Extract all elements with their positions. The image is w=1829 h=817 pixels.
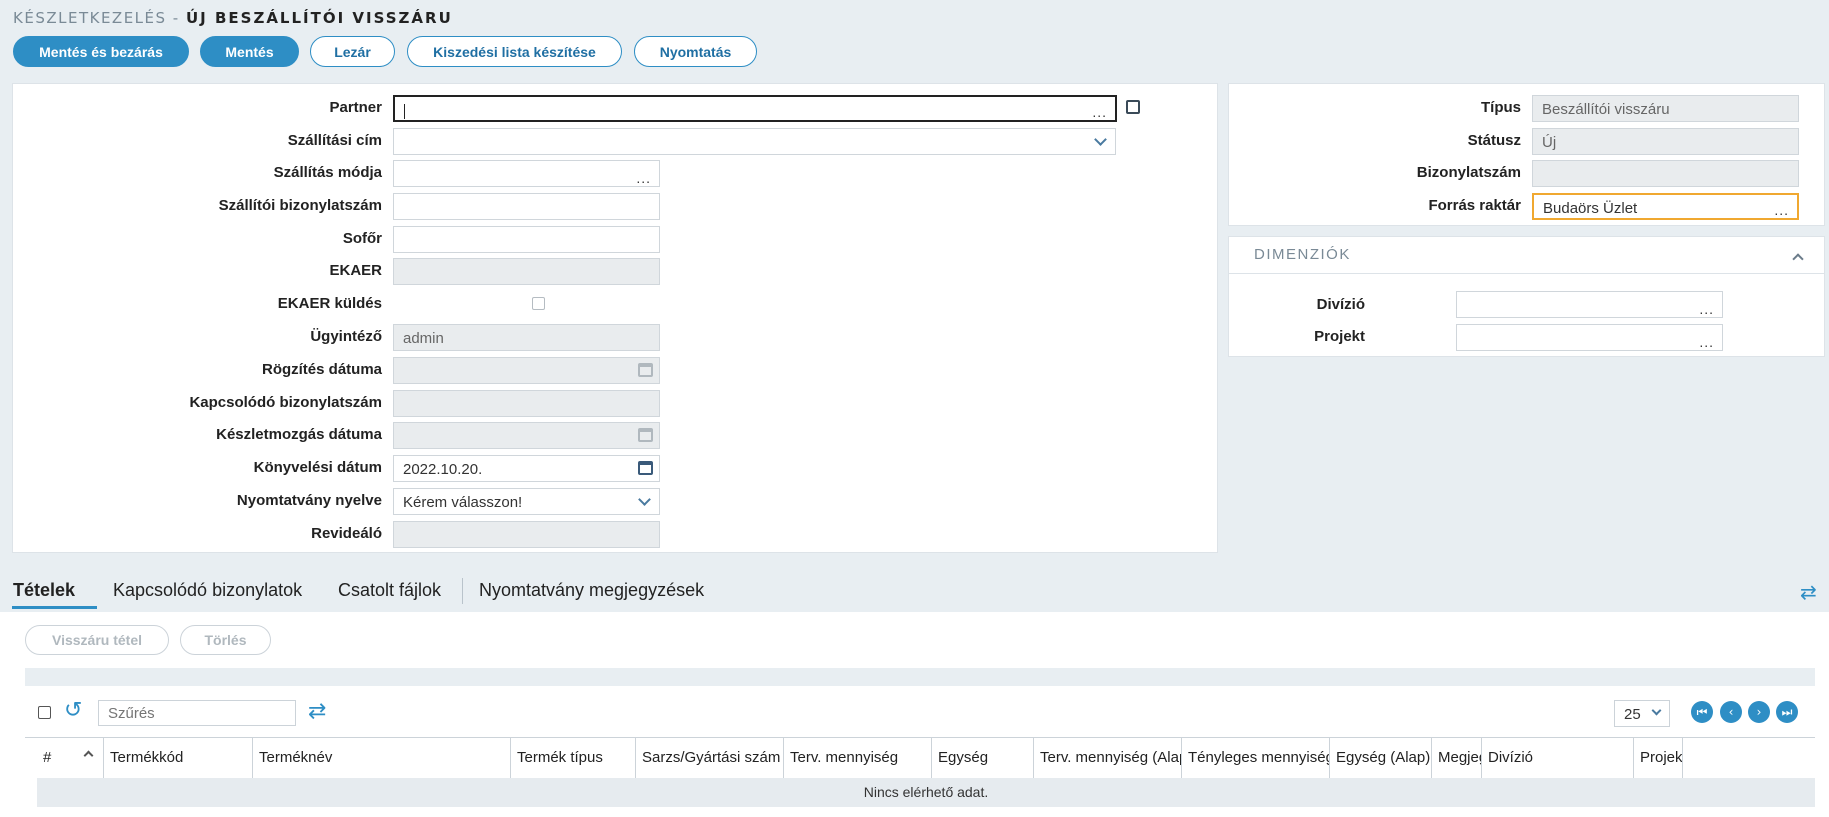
- posting-date-input[interactable]: 2022.10.20.: [393, 455, 660, 482]
- tab-print-notes[interactable]: Nyomtatvány megjegyzések: [479, 580, 704, 601]
- column-header-product-type[interactable]: Termék típus: [510, 738, 635, 778]
- delete-button[interactable]: Törlés: [180, 625, 271, 655]
- lookup-icon[interactable]: ...: [1699, 302, 1714, 316]
- partner-input[interactable]: ...: [393, 95, 1117, 122]
- posting-date-label: Könyvelési dátum: [253, 459, 382, 476]
- select-all-checkbox[interactable]: [38, 706, 51, 719]
- supplier-doc-no-label: Szállítói bizonylatszám: [218, 197, 382, 214]
- print-language-select[interactable]: Kérem válasszon!: [393, 488, 660, 515]
- ekaer-input: [393, 258, 660, 285]
- source-warehouse-label: Forrás raktár: [1428, 197, 1521, 214]
- reviewer-input: [393, 521, 660, 548]
- column-header-batch-number[interactable]: Sarzs/Gyártási szám: [635, 738, 783, 778]
- previous-page-icon[interactable]: ‹: [1720, 701, 1742, 723]
- page-title: ÚJ BESZÁLLÍTÓI VISSZÁRU: [185, 9, 453, 27]
- agent-input: admin: [393, 324, 660, 351]
- column-header-product-name[interactable]: Terméknév: [252, 738, 510, 778]
- column-header-number[interactable]: #: [37, 738, 103, 778]
- column-header-actual-quantity[interactable]: Tényleges mennyiség: [1181, 738, 1329, 778]
- related-doc-no-label: Kapcsolódó bizonylatszám: [189, 394, 382, 411]
- column-header-planned-quantity-base[interactable]: Terv. mennyiség (Alap): [1033, 738, 1181, 778]
- project-label: Projekt: [1314, 328, 1365, 345]
- lookup-icon[interactable]: ...: [1699, 335, 1714, 349]
- driver-label: Sofőr: [342, 230, 382, 247]
- column-header-project[interactable]: Projekt: [1633, 738, 1683, 778]
- sort-ascending-icon: [83, 750, 94, 761]
- doc-no-label: Bizonylatszám: [1416, 164, 1521, 181]
- column-header-division[interactable]: Divízió: [1481, 738, 1633, 778]
- doc-no-input: [1532, 160, 1799, 187]
- active-tab-indicator: [12, 606, 97, 609]
- type-input: Beszállítói visszáru: [1532, 95, 1799, 122]
- shipping-address-select[interactable]: [393, 128, 1116, 155]
- swap-columns-icon[interactable]: ⇄: [308, 699, 326, 725]
- ekaer-send-checkbox[interactable]: [532, 297, 545, 310]
- lookup-icon[interactable]: ...: [1774, 203, 1789, 217]
- column-header-note[interactable]: Megjegyzés: [1431, 738, 1481, 778]
- return-item-button[interactable]: Visszáru tétel: [25, 625, 169, 655]
- divider: [1228, 273, 1825, 274]
- tab-items[interactable]: Tételek: [13, 580, 75, 601]
- ekaer-send-label: EKAER küldés: [277, 295, 382, 312]
- column-header-unit[interactable]: Egység: [931, 738, 1033, 778]
- status-input: Új: [1532, 128, 1799, 155]
- tab-related-documents[interactable]: Kapcsolódó bizonylatok: [113, 580, 302, 601]
- lookup-icon[interactable]: ...: [636, 171, 651, 185]
- calendar-icon: [638, 428, 653, 442]
- close-document-button[interactable]: Lezár: [310, 36, 395, 67]
- chevron-down-icon: [1651, 705, 1662, 716]
- chevron-down-icon: [1094, 133, 1107, 146]
- shipping-address-label: Szállítási cím: [287, 132, 382, 149]
- tab-divider: [462, 578, 463, 604]
- related-doc-no-input: [393, 390, 660, 417]
- partner-label: Partner: [329, 99, 382, 116]
- project-input[interactable]: ...: [1456, 324, 1723, 351]
- dimensions-title: DIMENZIÓK: [1254, 246, 1351, 263]
- chevron-down-icon: [638, 493, 651, 506]
- create-picklist-button[interactable]: Kiszedési lista készítése: [407, 36, 622, 67]
- first-page-icon[interactable]: ⏮: [1691, 701, 1713, 723]
- column-header-unit-base[interactable]: Egység (Alap): [1329, 738, 1431, 778]
- supplier-doc-no-input[interactable]: [393, 193, 660, 220]
- print-language-label: Nyomtatvány nyelve: [236, 492, 382, 509]
- filter-input[interactable]: [98, 700, 296, 726]
- shipping-method-label: Szállítás módja: [273, 164, 382, 181]
- edit-partner-icon[interactable]: [1126, 100, 1140, 114]
- column-header-planned-quantity[interactable]: Terv. mennyiség: [783, 738, 931, 778]
- breadcrumb: KÉSZLETKEZELÉS - ÚJ BESZÁLLÍTÓI VISSZÁRU: [13, 9, 453, 27]
- grid-group-bar: [25, 668, 1815, 686]
- stock-move-date-input: [393, 422, 660, 449]
- last-page-icon[interactable]: ⏭: [1776, 701, 1798, 723]
- reviewer-label: Revideáló: [311, 525, 382, 542]
- swap-icon[interactable]: ⇄: [1800, 580, 1817, 604]
- save-button[interactable]: Mentés: [200, 36, 299, 67]
- calendar-icon[interactable]: [638, 461, 653, 475]
- driver-input[interactable]: [393, 226, 660, 253]
- partner-lookup-icon[interactable]: ...: [1092, 105, 1107, 119]
- stock-move-date-label: Készletmozgás dátuma: [216, 426, 382, 443]
- record-date-input: [393, 357, 660, 384]
- record-date-label: Rögzítés dátuma: [261, 361, 382, 378]
- print-button[interactable]: Nyomtatás: [634, 36, 757, 67]
- status-label: Státusz: [1467, 132, 1521, 149]
- division-label: Divízió: [1316, 296, 1365, 313]
- division-input[interactable]: ...: [1456, 291, 1723, 318]
- empty-grid-message: Nincs elérhető adat.: [37, 778, 1815, 807]
- save-and-close-button[interactable]: Mentés és bezárás: [13, 36, 189, 67]
- next-page-icon[interactable]: ›: [1748, 701, 1770, 723]
- shipping-method-input[interactable]: ...: [393, 160, 660, 187]
- ekaer-label: EKAER: [329, 262, 382, 279]
- refresh-icon[interactable]: ↺: [64, 698, 82, 724]
- type-label: Típus: [1481, 99, 1521, 116]
- column-header-product-code[interactable]: Termékkód: [103, 738, 252, 778]
- calendar-icon: [638, 363, 653, 377]
- tab-attached-files[interactable]: Csatolt fájlok: [338, 580, 441, 601]
- page-size-select[interactable]: 25: [1614, 700, 1670, 727]
- agent-label: Ügyintéző: [310, 328, 382, 345]
- breadcrumb-section[interactable]: KÉSZLETKEZELÉS -: [13, 9, 186, 27]
- source-warehouse-input[interactable]: Budaörs Üzlet...: [1532, 193, 1799, 220]
